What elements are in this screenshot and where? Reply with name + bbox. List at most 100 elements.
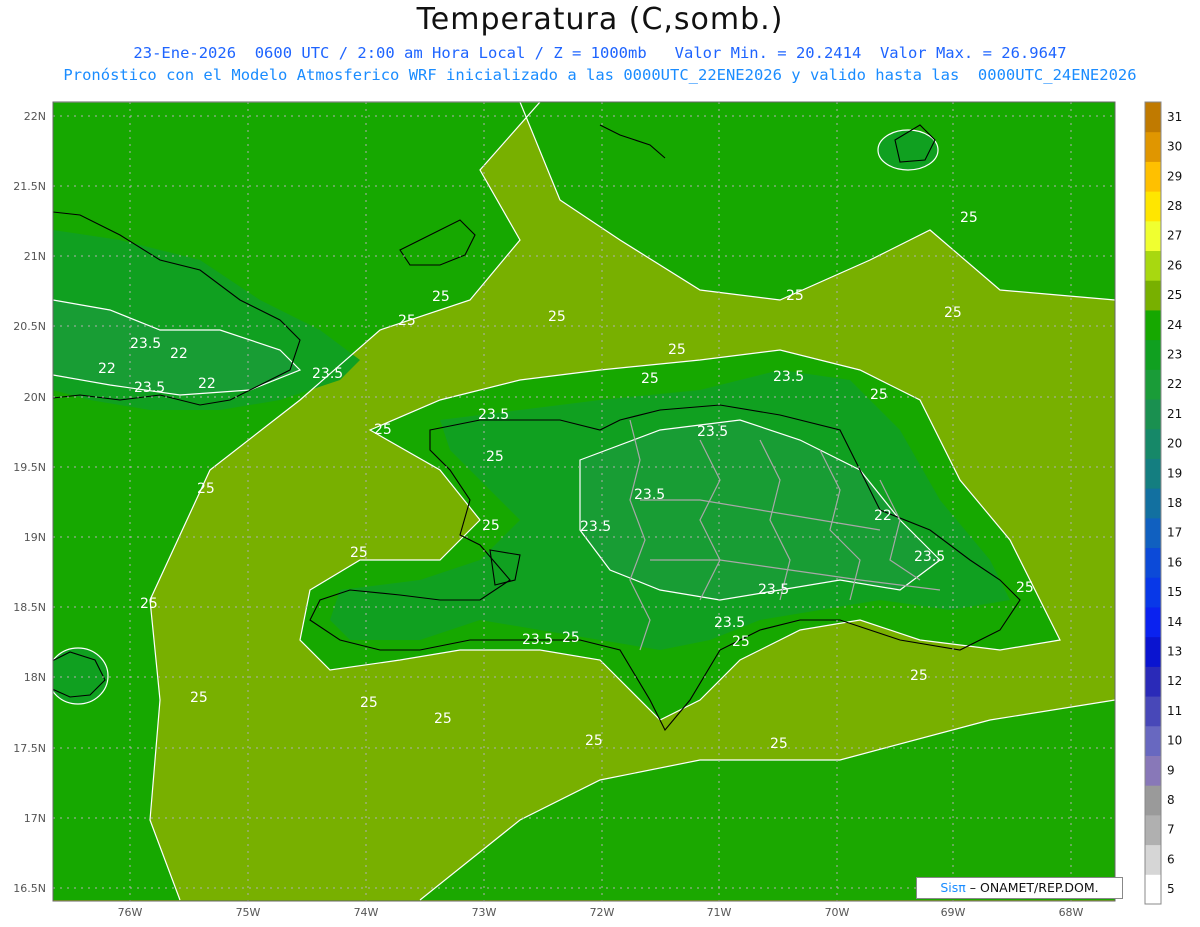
contour-label: 25 [641,371,659,387]
colorbar-label: 31 [1167,110,1182,124]
colorbar-swatch [1145,666,1161,697]
contour-label: 25 [960,210,978,226]
colorbar-swatch [1145,725,1161,756]
colorbar-label: 22 [1167,377,1182,391]
colorbar-label: 12 [1167,674,1182,688]
colorbar-swatch [1145,547,1161,578]
colorbar-label: 24 [1167,318,1182,332]
colorbar-swatch [1145,458,1161,489]
contour-label: 25 [870,387,888,403]
lat-label: 21.5N [13,180,46,193]
lat-label: 21N [24,250,46,263]
lon-label: 68W [1059,906,1084,919]
colorbar-swatch [1145,428,1161,459]
colorbar-label: 23 [1167,347,1182,361]
lon-label: 71W [707,906,732,919]
colorbar-label: 16 [1167,555,1182,569]
lon-label: 69W [941,906,966,919]
contour-label: 22 [198,376,216,392]
contour-label: 25 [1016,580,1034,596]
colorbar-swatch [1145,606,1161,638]
colorbar-label: 8 [1167,793,1175,807]
colorbar-swatch [1145,220,1161,252]
colorbar-label: 13 [1167,645,1182,659]
contour-label: 25 [360,695,378,711]
colorbar-swatch [1145,309,1161,341]
contour-label: 25 [482,518,500,534]
colorbar-swatch [1145,369,1161,400]
credit-text: – ONAMET/REP.DOM. [965,880,1099,895]
colorbar-swatch [1145,102,1161,133]
contour-label: 25 [732,634,750,650]
lon-axis: 76W 75W 74W 73W 72W 71W 70W 69W 68W [118,906,1084,919]
contour-label: 23.5 [130,336,161,352]
contour-label: 23.5 [134,380,165,396]
contour-label: 25 [585,733,603,749]
lon-label: 72W [590,906,615,919]
contour-label: 23.5 [758,582,789,598]
contour-label: 25 [786,288,804,304]
colorbar-label: 27 [1167,229,1182,243]
colorbar-label: 29 [1167,169,1182,183]
contour-label: 25 [190,690,208,706]
contour-label: 25 [197,481,215,497]
contour-label: 25 [434,711,452,727]
contour-label: 25 [140,596,158,612]
colorbar-swatch [1145,696,1161,727]
contour-label: 25 [910,668,928,684]
colorbar-label: 21 [1167,407,1182,421]
lon-label: 74W [354,906,379,919]
colorbar-swatch [1145,755,1161,786]
lat-label: 17.5N [13,742,46,755]
colorbar-swatch [1145,339,1161,370]
contour-label: 22 [874,508,892,524]
colorbar-label: 10 [1167,734,1182,748]
contour-label: 25 [668,342,686,358]
credit-brand: Sisπ [940,880,966,895]
colorbar-swatch [1145,874,1161,905]
colorbar-swatch [1145,577,1161,608]
contour-label: 22 [98,361,116,377]
temperature-map: 22N 21.5N 21N 20.5N 20N 19.5N 19N 18.5N … [13,101,1182,919]
lat-label: 20N [24,391,46,404]
contour-label: 23.5 [634,487,665,503]
colorbar-label: 5 [1167,882,1175,896]
colorbar-swatch [1145,488,1161,519]
lon-label: 70W [825,906,850,919]
lat-label: 17N [24,812,46,825]
contour-label: 23.5 [312,366,343,382]
contour-label: 25 [432,289,450,305]
contour-label: 25 [548,309,566,325]
lat-label: 18.5N [13,601,46,614]
colorbar-swatch [1145,517,1161,549]
colorbar-swatch [1145,161,1161,192]
lon-label: 73W [472,906,497,919]
colorbar-label: 14 [1167,615,1182,629]
contour-label: 25 [398,313,416,329]
colorbar-swatch [1145,814,1161,846]
colorbar-label: 15 [1167,585,1182,599]
contour-label: 23.5 [522,632,553,648]
colorbar-swatch [1145,785,1161,816]
lat-label: 20.5N [13,320,46,333]
contour-label: 23.5 [914,549,945,565]
colorbar-swatch [1145,131,1161,162]
contour-label: 23.5 [478,407,509,423]
colorbar-swatch [1145,250,1161,281]
colorbar-swatch [1145,399,1161,430]
colorbar-label: 7 [1167,823,1175,837]
colorbar-label: 11 [1167,704,1182,718]
contour-label: 23.5 [580,519,611,535]
colorbar: 31 30 29 28 27 26 25 24 23 22 21 20 19 18 17 16 15 14 13 12… [1144,101,1182,905]
colorbar-label: 25 [1167,288,1182,302]
colorbar-label: 9 [1167,763,1175,777]
colorbar-label: 19 [1167,466,1182,480]
contour-label: 22 [170,346,188,362]
lon-label: 75W [236,906,261,919]
colorbar-label: 6 [1167,852,1175,866]
colorbar-label: 18 [1167,496,1182,510]
contour-label: 23.5 [714,615,745,631]
lon-label: 76W [118,906,143,919]
contour-label: 25 [562,630,580,646]
colorbar-label: 28 [1167,199,1182,213]
